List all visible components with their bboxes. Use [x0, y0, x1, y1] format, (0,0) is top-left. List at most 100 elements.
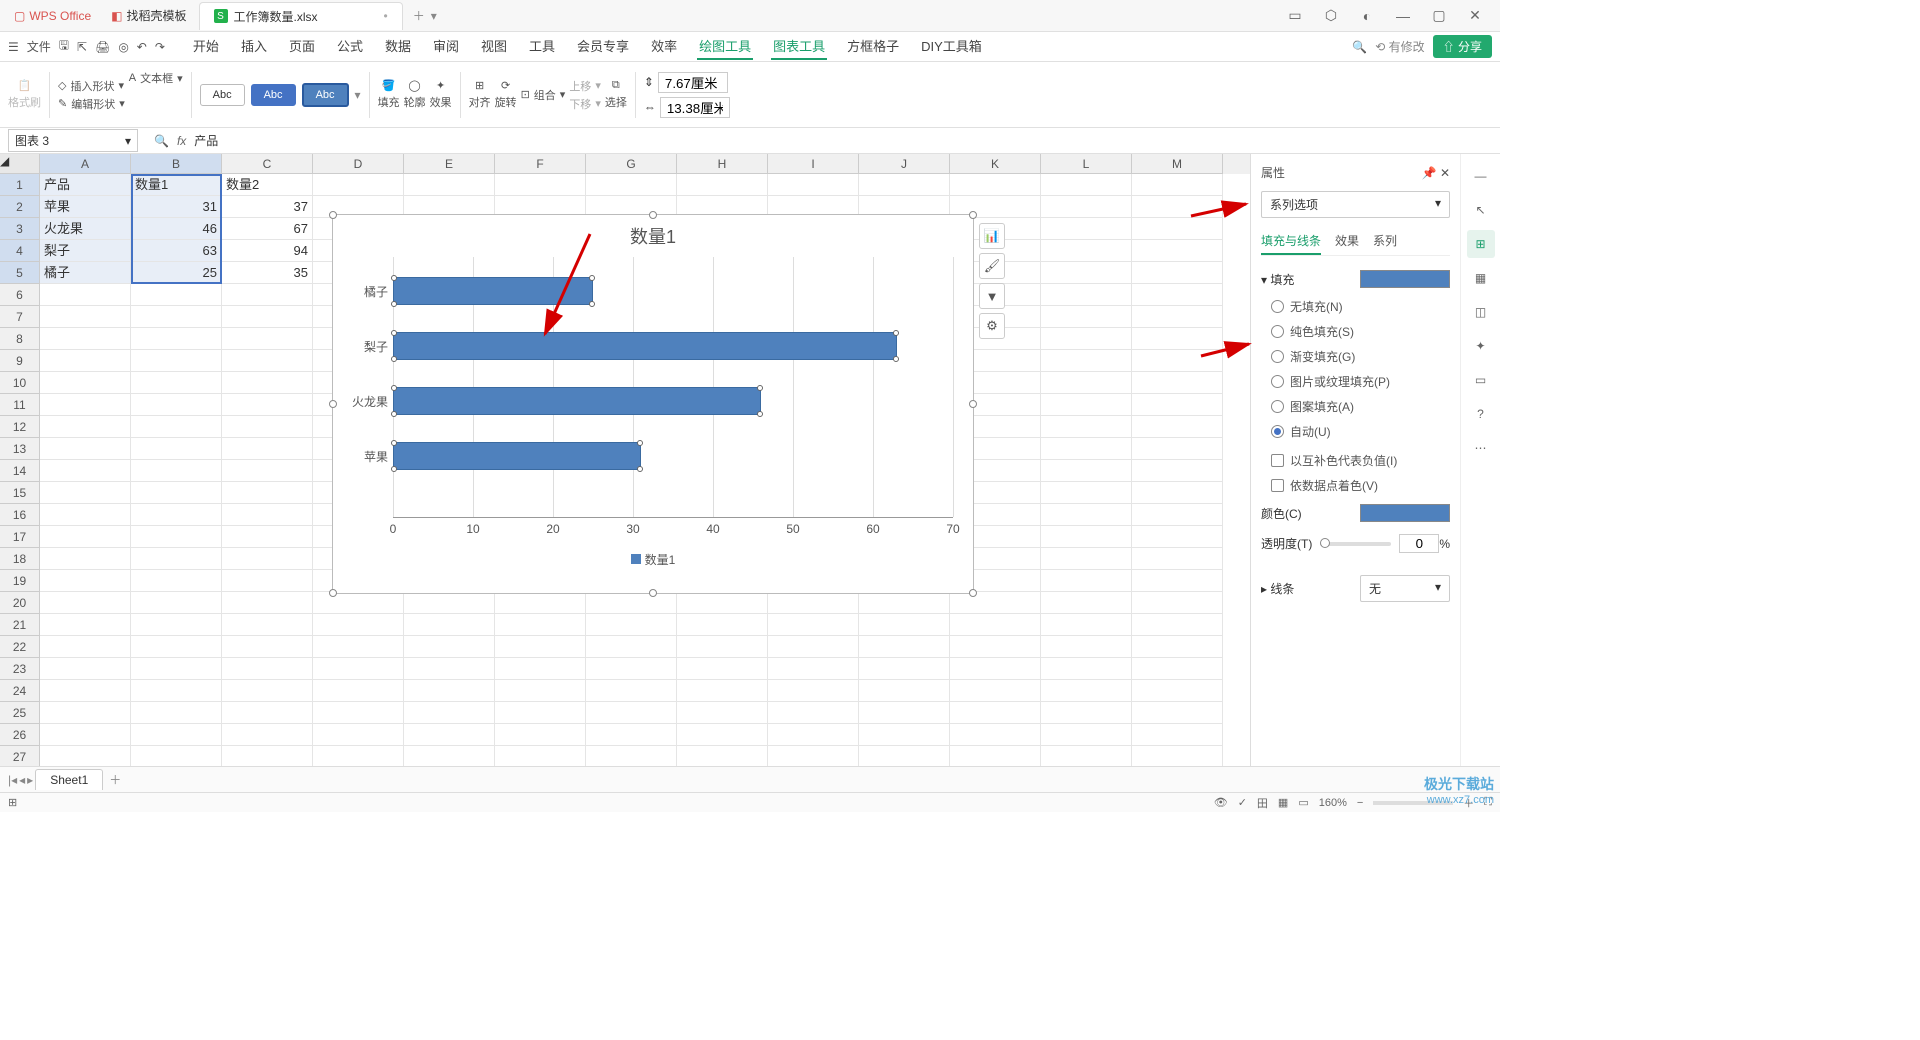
cell-C20[interactable]: [222, 592, 313, 614]
col-header-G[interactable]: G: [586, 154, 677, 174]
cell-J24[interactable]: [859, 680, 950, 702]
cell-C10[interactable]: [222, 372, 313, 394]
cell-H21[interactable]: [677, 614, 768, 636]
cell-M19[interactable]: [1132, 570, 1223, 592]
cell-A14[interactable]: [40, 460, 131, 482]
cell-M27[interactable]: [1132, 746, 1223, 768]
cell-E23[interactable]: [404, 658, 495, 680]
cell-A19[interactable]: [40, 570, 131, 592]
cell-H23[interactable]: [677, 658, 768, 680]
text-box[interactable]: A文本框 ▾: [129, 70, 183, 86]
cell-J27[interactable]: [859, 746, 950, 768]
menu-item-5[interactable]: 审阅: [431, 33, 461, 60]
chart-legend[interactable]: 数量1: [333, 547, 973, 572]
rail-format[interactable]: ▦: [1467, 264, 1495, 292]
cell-F21[interactable]: [495, 614, 586, 636]
cell-C2[interactable]: 37: [222, 196, 313, 218]
cell-A22[interactable]: [40, 636, 131, 658]
cell-B11[interactable]: [131, 394, 222, 416]
cell-A1[interactable]: 产品: [40, 174, 131, 196]
sheet-nav-first[interactable]: |◂: [8, 773, 17, 787]
row-header-21[interactable]: 21: [0, 614, 40, 636]
row-header-12[interactable]: 12: [0, 416, 40, 438]
opacity-input[interactable]: [1399, 534, 1439, 553]
cell-L9[interactable]: [1041, 350, 1132, 372]
cell-A25[interactable]: [40, 702, 131, 724]
cell-A27[interactable]: [40, 746, 131, 768]
cell-M25[interactable]: [1132, 702, 1223, 724]
cell-C3[interactable]: 67: [222, 218, 313, 240]
cell-I27[interactable]: [768, 746, 859, 768]
cell-M22[interactable]: [1132, 636, 1223, 658]
cell-L24[interactable]: [1041, 680, 1132, 702]
save-icon[interactable]: 🖫: [59, 36, 69, 57]
cell-B25[interactable]: [131, 702, 222, 724]
cell-C19[interactable]: [222, 570, 313, 592]
cell-D20[interactable]: [313, 592, 404, 614]
cell-B8[interactable]: [131, 328, 222, 350]
chart-filters-button[interactable]: ▼: [979, 283, 1005, 309]
rail-select[interactable]: ↖: [1467, 196, 1495, 224]
bar-0[interactable]: [393, 277, 593, 305]
cell-B12[interactable]: [131, 416, 222, 438]
cell-D25[interactable]: [313, 702, 404, 724]
cell-C26[interactable]: [222, 724, 313, 746]
add-sheet-button[interactable]: ＋: [109, 771, 121, 788]
cell-J20[interactable]: [859, 592, 950, 614]
view-icon-1[interactable]: 👁: [1214, 796, 1228, 809]
cell-M18[interactable]: [1132, 548, 1223, 570]
group-button[interactable]: ⊡组合 ▾: [521, 87, 566, 103]
col-header-K[interactable]: K: [950, 154, 1041, 174]
bar-2[interactable]: [393, 387, 761, 415]
window-icon-1[interactable]: ▭: [1282, 3, 1308, 29]
fill-option-0[interactable]: 无填充(N): [1261, 294, 1450, 319]
user-avatar[interactable]: ◐: [1354, 3, 1380, 29]
cell-K21[interactable]: [950, 614, 1041, 636]
cell-H1[interactable]: [677, 174, 768, 196]
opacity-slider[interactable]: [1320, 542, 1391, 546]
row-header-20[interactable]: 20: [0, 592, 40, 614]
cell-L6[interactable]: [1041, 284, 1132, 306]
menu-item-0[interactable]: 开始: [191, 33, 221, 60]
cell-F23[interactable]: [495, 658, 586, 680]
menu-item-8[interactable]: 会员专享: [575, 33, 631, 60]
cell-K23[interactable]: [950, 658, 1041, 680]
format-painter[interactable]: 📋格式刷: [8, 79, 41, 110]
cell-H25[interactable]: [677, 702, 768, 724]
cell-L1[interactable]: [1041, 174, 1132, 196]
cell-E24[interactable]: [404, 680, 495, 702]
cell-C8[interactable]: [222, 328, 313, 350]
cell-M5[interactable]: [1132, 262, 1223, 284]
cell-C7[interactable]: [222, 306, 313, 328]
app-tab-wps[interactable]: ▢ WPS Office: [4, 5, 101, 27]
cell-M16[interactable]: [1132, 504, 1223, 526]
cell-D24[interactable]: [313, 680, 404, 702]
row-header-16[interactable]: 16: [0, 504, 40, 526]
window-icon-2[interactable]: ⬡: [1318, 3, 1344, 29]
effect-button[interactable]: ✦效果: [430, 79, 452, 110]
cell-A18[interactable]: [40, 548, 131, 570]
cell-C22[interactable]: [222, 636, 313, 658]
zoom-out[interactable]: −: [1357, 797, 1363, 809]
cloud-sync[interactable]: ⟲ 有修改: [1375, 38, 1424, 55]
cell-E20[interactable]: [404, 592, 495, 614]
cell-L5[interactable]: [1041, 262, 1132, 284]
cell-A5[interactable]: 橘子: [40, 262, 131, 284]
cell-H26[interactable]: [677, 724, 768, 746]
chart-title[interactable]: 数量1: [333, 215, 973, 257]
cell-L8[interactable]: [1041, 328, 1132, 350]
cell-K27[interactable]: [950, 746, 1041, 768]
preview-icon[interactable]: ◎: [118, 40, 128, 54]
cell-I26[interactable]: [768, 724, 859, 746]
bar-label-0[interactable]: 橘子: [343, 283, 388, 300]
cell-F25[interactable]: [495, 702, 586, 724]
cell-B5[interactable]: 25: [131, 262, 222, 284]
cell-D26[interactable]: [313, 724, 404, 746]
chart-object[interactable]: 数量1 010203040506070 橘子梨子火龙果苹果 数量1 📊 🖌 ▼ …: [332, 214, 974, 594]
cell-B1[interactable]: 数量1: [131, 174, 222, 196]
cell-M7[interactable]: [1132, 306, 1223, 328]
chart-settings-button[interactable]: ⚙: [979, 313, 1005, 339]
cell-A21[interactable]: [40, 614, 131, 636]
cell-J1[interactable]: [859, 174, 950, 196]
row-header-8[interactable]: 8: [0, 328, 40, 350]
